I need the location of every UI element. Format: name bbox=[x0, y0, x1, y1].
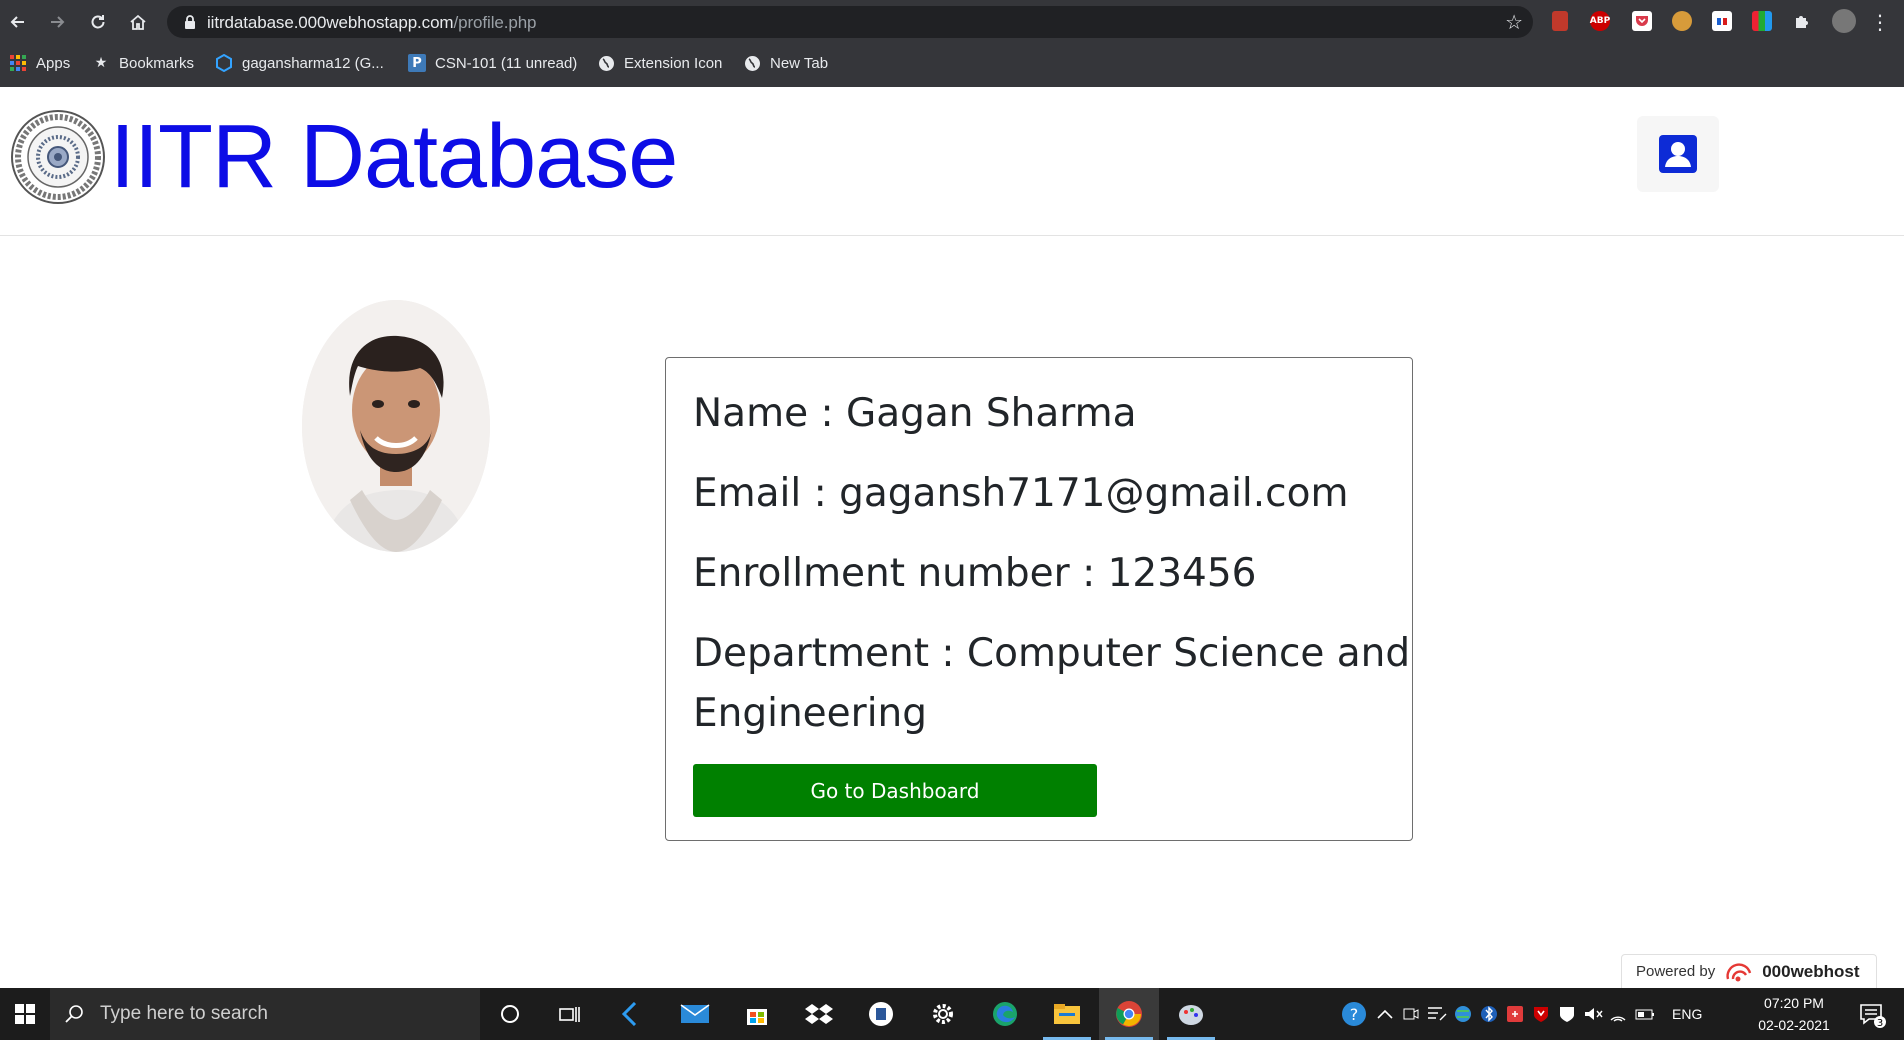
app-tray-red-icon[interactable] bbox=[1504, 1004, 1526, 1024]
translate-extension-icon[interactable] bbox=[1712, 11, 1732, 31]
bookmark-label: gagansharma12 (G... bbox=[242, 54, 384, 72]
wifi-icon[interactable] bbox=[1608, 1004, 1630, 1024]
apps-grid-icon bbox=[9, 54, 27, 72]
bookmark-apps[interactable]: Apps bbox=[9, 53, 70, 73]
dropbox-icon[interactable] bbox=[789, 988, 849, 1040]
profile-button[interactable] bbox=[1637, 116, 1719, 192]
bookmark-new-tab[interactable]: New Tab bbox=[743, 53, 828, 73]
powered-by-badge[interactable]: Powered by 000webhost bbox=[1621, 954, 1877, 988]
battery-icon[interactable] bbox=[1634, 1004, 1658, 1024]
settings-gear-icon[interactable] bbox=[913, 988, 973, 1040]
forward-icon[interactable] bbox=[43, 8, 71, 36]
profile-department-continued: Engineering bbox=[693, 691, 927, 736]
clock-time: 07:20 PM bbox=[1764, 995, 1824, 1011]
browser-chrome: iitrdatabase.000webhostapp.com/profile.p… bbox=[0, 0, 1904, 87]
profile-enrollment: Enrollment number : 123456 bbox=[693, 551, 1257, 596]
chevron-up-icon[interactable] bbox=[1374, 1004, 1396, 1024]
go-to-dashboard-button[interactable]: Go to Dashboard bbox=[693, 764, 1097, 817]
profile-name: Name : Gagan Sharma bbox=[693, 391, 1137, 436]
bluetooth-icon[interactable] bbox=[1478, 1004, 1500, 1024]
bookmark-extension-icon[interactable]: Extension Icon bbox=[597, 53, 722, 73]
cookie-icon[interactable] bbox=[1672, 11, 1692, 31]
store-icon[interactable] bbox=[727, 988, 787, 1040]
lock-icon bbox=[185, 15, 195, 29]
star-icon: ★ bbox=[94, 55, 108, 71]
bookmark-bookmarks[interactable]: ★ Bookmarks bbox=[92, 53, 194, 73]
security-shield-icon[interactable] bbox=[1556, 1004, 1578, 1024]
piazza-icon: P bbox=[408, 54, 426, 72]
notification-count: 3 bbox=[1877, 1018, 1883, 1029]
bookmark-label: Extension Icon bbox=[624, 54, 723, 72]
000webhost-logo-icon bbox=[1726, 962, 1752, 981]
mcafee-shield-icon[interactable] bbox=[1530, 1004, 1552, 1024]
hexagon-icon bbox=[215, 54, 233, 72]
home-icon[interactable] bbox=[124, 8, 152, 36]
paint-icon[interactable] bbox=[1161, 988, 1221, 1040]
bookmark-label: CSN-101 (11 unread) bbox=[435, 54, 578, 72]
word-icon[interactable] bbox=[851, 988, 911, 1040]
meet-now-icon[interactable] bbox=[1400, 1004, 1422, 1024]
bookmark-label: New Tab bbox=[770, 54, 829, 72]
bookmark-gagansharma12[interactable]: gagansharma12 (G... bbox=[215, 53, 384, 73]
clock-date: 02-02-2021 bbox=[1758, 1017, 1830, 1033]
system-tray: ? ENG bbox=[1340, 988, 1702, 1040]
task-view-icon[interactable] bbox=[540, 988, 600, 1040]
vscode-icon[interactable] bbox=[602, 988, 662, 1040]
navigation-bar: iitrdatabase.000webhostapp.com/profile.p… bbox=[0, 0, 1904, 44]
bookmark-csn101[interactable]: P CSN-101 (11 unread) bbox=[408, 53, 577, 73]
profile-department: Department : Computer Science and bbox=[693, 631, 1411, 676]
action-center-icon[interactable]: 3 bbox=[1844, 988, 1900, 1040]
cortana-icon[interactable] bbox=[480, 988, 540, 1040]
pocket-icon[interactable] bbox=[1632, 11, 1652, 31]
file-explorer-icon[interactable] bbox=[1037, 988, 1097, 1040]
color-picker-icon[interactable] bbox=[1752, 11, 1772, 31]
search-placeholder: Type here to search bbox=[100, 1003, 268, 1024]
url-text: iitrdatabase.000webhostapp.com/profile.p… bbox=[207, 13, 537, 32]
reader-extension-icon[interactable] bbox=[1552, 11, 1568, 31]
edge-icon[interactable] bbox=[975, 988, 1035, 1040]
windows-taskbar: Type here to search ? ENG 07:20 PM 02-02… bbox=[0, 988, 1904, 1040]
bookmark-label: Apps bbox=[36, 54, 71, 72]
user-profile-icon bbox=[1659, 135, 1697, 173]
back-icon[interactable] bbox=[4, 8, 32, 36]
vpn-globe-icon[interactable] bbox=[1452, 1004, 1474, 1024]
site-title: IITR Database bbox=[110, 107, 678, 207]
powered-by-text: Powered by bbox=[1636, 963, 1716, 980]
powered-by-brand: 000webhost bbox=[1762, 961, 1860, 981]
menu-kebab-icon[interactable]: ⋮ bbox=[1866, 8, 1894, 36]
mail-icon[interactable] bbox=[665, 988, 725, 1040]
globe-icon bbox=[597, 54, 615, 72]
language-indicator[interactable]: ENG bbox=[1672, 1006, 1702, 1022]
address-bar[interactable]: iitrdatabase.000webhostapp.com/profile.p… bbox=[167, 6, 1533, 38]
iitr-logo[interactable] bbox=[10, 109, 106, 205]
search-icon bbox=[65, 1005, 83, 1023]
site-header: IITR Database bbox=[0, 87, 1904, 236]
bookmark-star-icon[interactable]: ☆ bbox=[1505, 10, 1523, 34]
taskbar-search-box[interactable]: Type here to search bbox=[50, 988, 480, 1040]
profile-photo bbox=[302, 300, 490, 552]
extensions-puzzle-icon[interactable] bbox=[1792, 11, 1812, 31]
windows-start-icon[interactable] bbox=[0, 988, 50, 1040]
chrome-icon[interactable] bbox=[1099, 988, 1159, 1040]
tablet-pen-icon[interactable] bbox=[1426, 1004, 1448, 1024]
globe-icon bbox=[743, 54, 761, 72]
bookmarks-bar: Apps ★ Bookmarks gagansharma12 (G... P C… bbox=[0, 44, 1904, 82]
help-icon[interactable]: ? bbox=[1340, 1000, 1368, 1028]
bookmark-label: Bookmarks bbox=[119, 54, 195, 72]
taskbar-clock[interactable]: 07:20 PM 02-02-2021 bbox=[1756, 992, 1832, 1036]
profile-email: Email : gagansh7171@gmail.com bbox=[693, 471, 1349, 516]
reload-icon[interactable] bbox=[84, 8, 112, 36]
svg-text:?: ? bbox=[1350, 1005, 1359, 1024]
adblock-plus-icon[interactable]: ABP bbox=[1590, 11, 1610, 31]
profile-avatar-icon[interactable] bbox=[1832, 9, 1856, 33]
volume-muted-icon[interactable] bbox=[1582, 1004, 1604, 1024]
profile-info-card: Name : Gagan Sharma Email : gagansh7171@… bbox=[665, 357, 1413, 841]
